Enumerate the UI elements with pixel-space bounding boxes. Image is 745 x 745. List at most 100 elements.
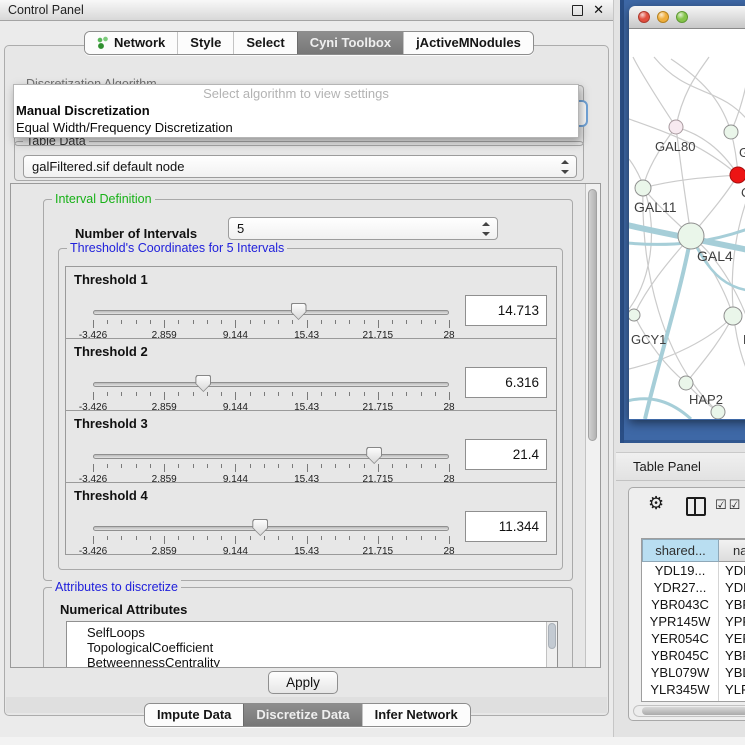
tab-select[interactable]: Select: [233, 32, 296, 54]
threshold-slider[interactable]: -3.4262.8599.14415.4321.71528: [93, 375, 449, 411]
cell-shared-name: YDR27...: [642, 579, 719, 596]
slider-thumb[interactable]: [195, 375, 211, 392]
slider-ticks: [93, 536, 449, 545]
network-edge[interactable]: [643, 175, 738, 188]
cell-shared-name: YPR145W: [642, 613, 719, 630]
close-button[interactable]: [638, 11, 650, 23]
float-window-icon[interactable]: [572, 5, 583, 16]
list-item[interactable]: BetweennessCentrality: [67, 655, 557, 668]
node-label: GAL80: [655, 139, 695, 154]
tab-discretize-data[interactable]: Discretize Data: [243, 704, 361, 726]
list-item[interactable]: SelfLoops: [67, 625, 557, 640]
network-edge[interactable]: [732, 189, 745, 379]
threshold-value-field[interactable]: 21.4: [465, 439, 547, 470]
table-horizontal-scrollbar[interactable]: [633, 705, 745, 717]
table-row[interactable]: YDL19...YDL1: [642, 562, 745, 579]
table-row[interactable]: YDR27...YDR2: [642, 579, 745, 596]
table-row[interactable]: YBR043CYBR0: [642, 596, 745, 613]
threshold-slider[interactable]: -3.4262.8599.14415.4321.71528: [93, 447, 449, 483]
network-canvas[interactable]: GAL80GACGAL11GAL4GCY1HHAP2: [629, 29, 745, 419]
network-node[interactable]: [669, 120, 683, 134]
threshold-value-field[interactable]: 14.713: [465, 295, 547, 326]
network-edge[interactable]: [686, 316, 733, 383]
tab-impute-data[interactable]: Impute Data: [145, 704, 243, 726]
group-title: Interval Definition: [52, 192, 155, 206]
network-node[interactable]: [629, 309, 640, 321]
slider-track[interactable]: [93, 526, 449, 531]
threshold-value-field[interactable]: 11.344: [465, 511, 547, 542]
table-row[interactable]: YIL052CYIL0: [642, 698, 745, 702]
slider-thumb[interactable]: [366, 447, 382, 464]
split-columns-icon[interactable]: [686, 497, 706, 516]
table-row[interactable]: YER054CYER0: [642, 630, 745, 647]
table-data-combobox[interactable]: galFiltered.sif default node: [23, 155, 577, 178]
slider-ticks: [93, 320, 449, 329]
tab-label: Cyni Toolbox: [310, 35, 391, 50]
network-edge[interactable]: [633, 57, 676, 127]
tick-label: 28: [443, 546, 454, 557]
tab-style[interactable]: Style: [177, 32, 233, 54]
tab-infer-network[interactable]: Infer Network: [362, 704, 470, 726]
tick-mark: [378, 320, 379, 328]
gear-icon[interactable]: ⚙: [648, 493, 664, 514]
tab-label: Discretize Data: [256, 707, 349, 722]
network-window-titlebar[interactable]: [629, 6, 745, 29]
slider-thumb[interactable]: [291, 303, 307, 320]
tick-mark: [164, 392, 165, 400]
network-edge[interactable]: [634, 315, 686, 383]
network-edge[interactable]: [629, 399, 691, 419]
threshold-label: Threshold 1: [74, 272, 148, 287]
slider-thumb[interactable]: [252, 519, 268, 536]
slider-track[interactable]: [93, 310, 449, 315]
list-scrollbar[interactable]: [546, 622, 557, 668]
tick-mark: [178, 464, 179, 468]
tick-mark: [292, 392, 293, 396]
table-row[interactable]: YPR145WYPR1: [642, 613, 745, 630]
tab-network[interactable]: Network: [85, 32, 177, 54]
dropdown-option-equal-width-frequency[interactable]: Equal Width/Frequency Discretization: [14, 119, 578, 136]
tick-mark: [193, 464, 194, 468]
settings-vertical-scrollbar[interactable]: [585, 184, 600, 667]
tick-mark: [193, 536, 194, 540]
close-icon[interactable]: ✕: [593, 2, 604, 18]
table-row[interactable]: YBL079WYBL0: [642, 664, 745, 681]
number-of-intervals-label: Number of Intervals: [75, 226, 197, 241]
threshold-slider[interactable]: -3.4262.8599.14415.4321.71528: [93, 519, 449, 555]
network-node[interactable]: [730, 167, 745, 183]
network-graph[interactable]: GAL80GACGAL11GAL4GCY1HHAP2: [629, 29, 745, 419]
tick-mark: [321, 320, 322, 324]
network-node[interactable]: [711, 405, 725, 419]
table-row[interactable]: YBR045CYBR0: [642, 647, 745, 664]
tick-mark: [150, 320, 151, 324]
list-item[interactable]: TopologicalCoefficient: [67, 640, 557, 655]
network-node[interactable]: [679, 376, 693, 390]
network-node[interactable]: [678, 223, 704, 249]
zoom-button[interactable]: [676, 11, 688, 23]
network-node[interactable]: [635, 180, 651, 196]
network-view-window: GAL80GACGAL11GAL4GCY1HHAP2: [629, 6, 745, 420]
network-edge[interactable]: [731, 69, 745, 132]
tick-mark: [421, 320, 422, 324]
checkbox-icons[interactable]: ☑☑: [715, 497, 742, 513]
network-edge[interactable]: [643, 127, 676, 188]
tick-mark: [107, 464, 108, 468]
threshold-slider[interactable]: -3.4262.8599.14415.4321.71528: [93, 303, 449, 339]
column-header-name[interactable]: na: [719, 539, 745, 562]
column-header-shared-name[interactable]: shared...: [642, 539, 719, 562]
apply-button[interactable]: Apply: [268, 671, 338, 694]
screen: Control Panel ✕ NetworkStyleSelectCyni T…: [0, 0, 745, 745]
numerical-attributes-list[interactable]: SelfLoopsTopologicalCoefficientBetweenne…: [66, 621, 558, 668]
table-row[interactable]: YLR345WYLR3: [642, 681, 745, 698]
slider-track[interactable]: [93, 382, 449, 387]
threshold-value-field[interactable]: 6.316: [465, 367, 547, 398]
network-node[interactable]: [724, 125, 738, 139]
tab-cyni-toolbox[interactable]: Cyni Toolbox: [297, 32, 403, 54]
slider-track[interactable]: [93, 454, 449, 459]
tick-mark: [449, 464, 450, 472]
dropdown-option-manual-discretization[interactable]: Manual Discretization: [14, 102, 578, 119]
number-of-intervals-combobox[interactable]: 5: [228, 217, 498, 240]
tick-mark: [264, 392, 265, 396]
minimize-button[interactable]: [657, 11, 669, 23]
tab-jactivemnodules[interactable]: jActiveMNodules: [403, 32, 533, 54]
network-node[interactable]: [724, 307, 742, 325]
